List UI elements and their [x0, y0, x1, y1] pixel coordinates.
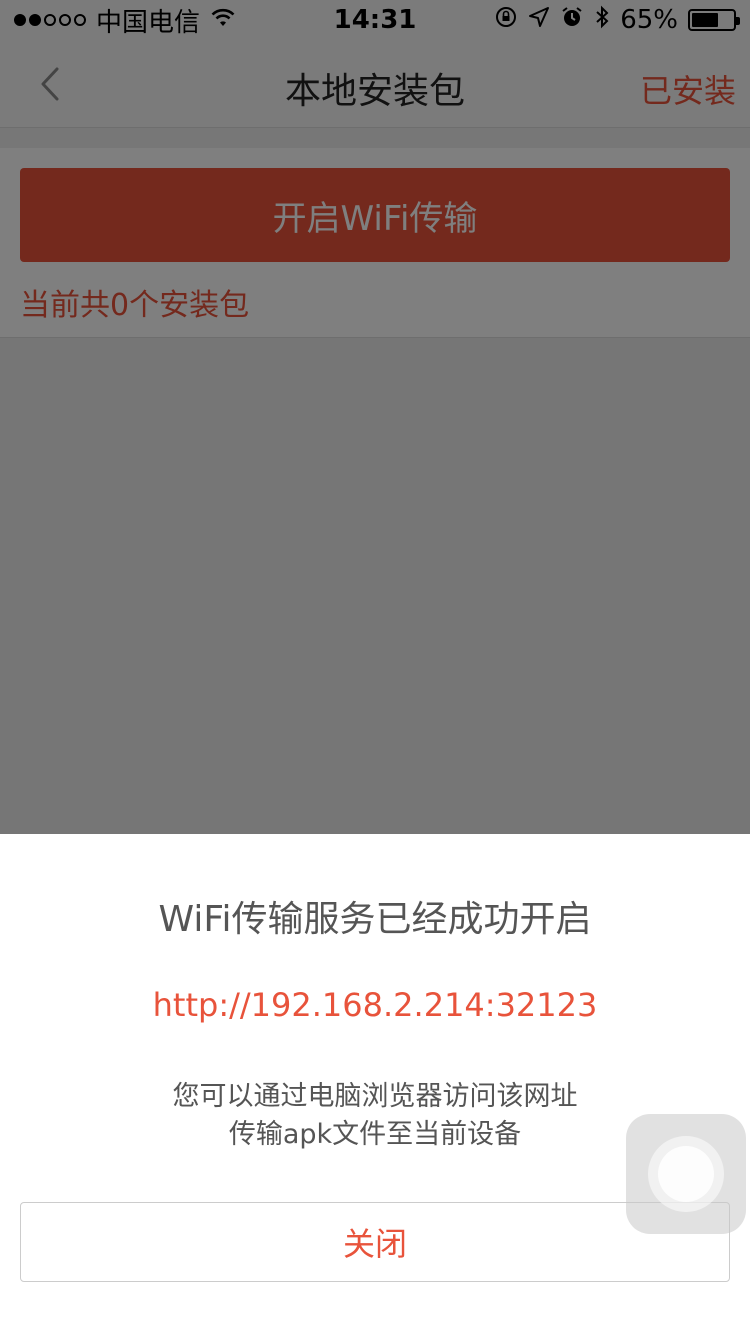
transfer-url: http://192.168.2.214:32123	[152, 986, 598, 1024]
sheet-title: WiFi传输服务已经成功开启	[158, 899, 592, 940]
assistive-touch-button[interactable]	[626, 1114, 746, 1234]
close-button[interactable]: 关闭	[20, 1202, 730, 1282]
wifi-transfer-sheet: WiFi传输服务已经成功开启 http://192.168.2.214:3212…	[0, 834, 750, 1334]
assistive-touch-core-icon	[658, 1146, 714, 1202]
sheet-description-line: 您可以通过电脑浏览器访问该网址	[172, 1081, 578, 1112]
assistive-touch-ring-icon	[648, 1136, 724, 1212]
